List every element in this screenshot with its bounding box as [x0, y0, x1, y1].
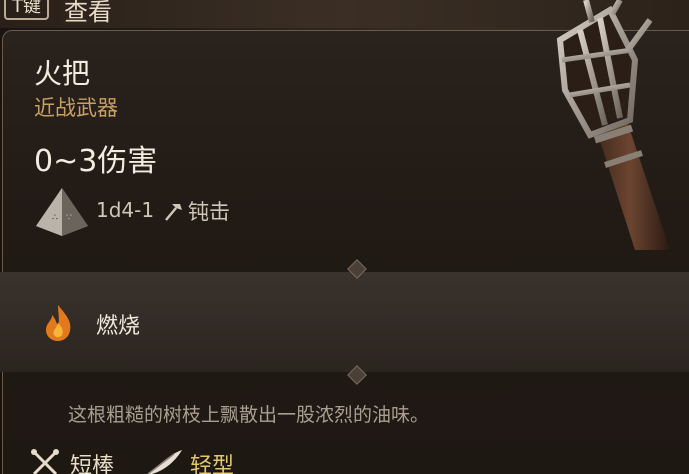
dice-roll: 1d4-1: [96, 198, 155, 222]
property-burning: 燃烧: [96, 314, 141, 339]
inspect-key-badge: T键: [4, 0, 49, 20]
feather-icon: [147, 450, 182, 474]
inspect-hint-label: 查看: [64, 0, 112, 26]
damage-range: 0~3伤害: [34, 144, 158, 179]
blunt-damage-icon: [165, 204, 182, 221]
damage-type: 钝击: [188, 200, 230, 224]
flame-icon: [46, 305, 71, 341]
torch-artwork: [556, 0, 670, 250]
svg-text:∵: ∵: [66, 213, 72, 223]
tooltip-screen: T键 查看 火把 近战武器 0~3伤害 ∴ ∵ 1d4-1 钝击 燃烧 这根粗糙…: [0, 0, 689, 474]
tag-club: 短棒: [70, 454, 115, 474]
tag-light: 轻型: [190, 454, 235, 474]
svg-text:∴: ∴: [52, 213, 58, 223]
d4-dice-icon: ∴ ∵: [36, 188, 88, 236]
crossed-clubs-icon: [31, 449, 59, 474]
item-description: 这根粗糙的树枝上飘散出一股浓烈的油味。: [68, 404, 430, 426]
item-type: 近战武器: [34, 96, 118, 120]
item-name: 火把: [34, 57, 91, 90]
